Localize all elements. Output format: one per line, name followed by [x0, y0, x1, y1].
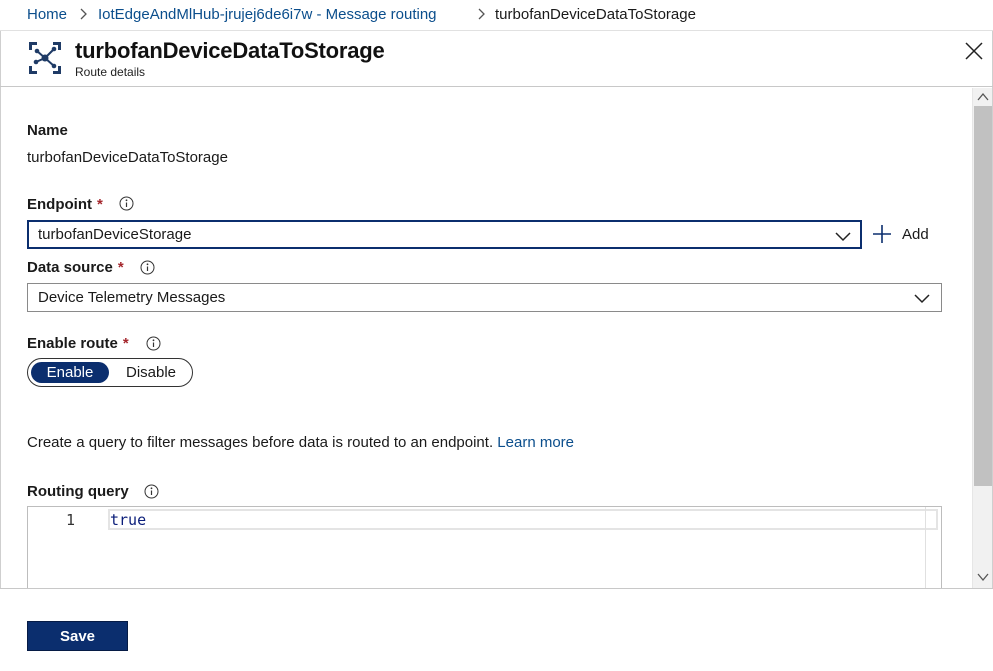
info-icon[interactable] — [140, 260, 155, 275]
page-title: turbofanDeviceDataToStorage — [75, 38, 385, 63]
data-source-select-value: Device Telemetry Messages — [38, 289, 226, 306]
panel-scrollbar[interactable] — [972, 88, 992, 588]
routing-query-editor[interactable]: 1 true — [27, 506, 942, 588]
route-icon — [29, 42, 61, 74]
line-number: 1 — [66, 511, 76, 529]
enable-route-toggle: Enable Disable — [27, 358, 193, 387]
query-description-text: Create a query to filter messages before… — [27, 434, 494, 451]
add-endpoint-label: Add — [902, 226, 929, 243]
routing-query-label: Routing query — [27, 483, 129, 500]
enable-route-label: Enable route * — [27, 335, 129, 352]
breadcrumb-home[interactable]: Home — [27, 6, 67, 23]
blade-footer: Save — [0, 588, 993, 671]
endpoint-label: Endpoint * — [27, 196, 103, 213]
route-details-form: Name turbofanDeviceDataToStorage Endpoin… — [0, 88, 972, 588]
info-icon[interactable] — [144, 484, 159, 499]
plus-icon — [873, 225, 891, 243]
name-label: Name — [27, 122, 68, 139]
endpoint-select-value: turbofanDeviceStorage — [38, 226, 192, 243]
save-button[interactable]: Save — [27, 621, 128, 651]
breadcrumb-message-routing[interactable]: IotEdgeAndMlHub-jrujej6de6i7w - Message … — [98, 6, 437, 23]
name-value: turbofanDeviceDataToStorage — [27, 149, 228, 166]
required-mark: * — [96, 196, 103, 213]
chevron-right-icon — [478, 8, 485, 20]
breadcrumb-current: turbofanDeviceDataToStorage — [495, 6, 696, 23]
endpoint-label-text: Endpoint — [27, 196, 92, 213]
data-source-label: Data source * — [27, 259, 124, 276]
add-endpoint-button[interactable]: Add — [870, 222, 940, 248]
learn-more-link[interactable]: Learn more — [497, 434, 574, 451]
scroll-up-icon[interactable] — [973, 88, 993, 106]
data-source-select[interactable]: Device Telemetry Messages — [27, 283, 942, 312]
enable-route-label-text: Enable route — [27, 335, 118, 352]
info-icon[interactable] — [146, 336, 161, 351]
close-icon[interactable] — [963, 40, 985, 62]
info-icon[interactable] — [119, 196, 134, 211]
editor-scrollbar[interactable] — [925, 507, 942, 588]
scroll-down-icon[interactable] — [973, 568, 993, 586]
required-mark: * — [117, 259, 124, 276]
breadcrumb: Home IotEdgeAndMlHub-jrujej6de6i7w - Mes… — [0, 0, 993, 31]
scroll-thumb[interactable] — [974, 106, 992, 486]
disable-option[interactable]: Disable — [114, 362, 188, 383]
enable-option[interactable]: Enable — [31, 362, 109, 383]
endpoint-select[interactable]: turbofanDeviceStorage — [27, 220, 862, 249]
blade-header: turbofanDeviceDataToStorage Route detail… — [0, 31, 993, 87]
current-line-highlight — [108, 509, 938, 530]
required-mark: * — [122, 335, 129, 352]
chevron-down-icon — [914, 294, 930, 304]
query-code[interactable]: true — [110, 511, 146, 529]
query-description: Create a query to filter messages before… — [27, 434, 574, 451]
page-subtitle: Route details — [75, 65, 146, 79]
data-source-label-text: Data source — [27, 259, 113, 276]
chevron-down-icon — [835, 232, 851, 242]
chevron-right-icon — [80, 8, 87, 20]
